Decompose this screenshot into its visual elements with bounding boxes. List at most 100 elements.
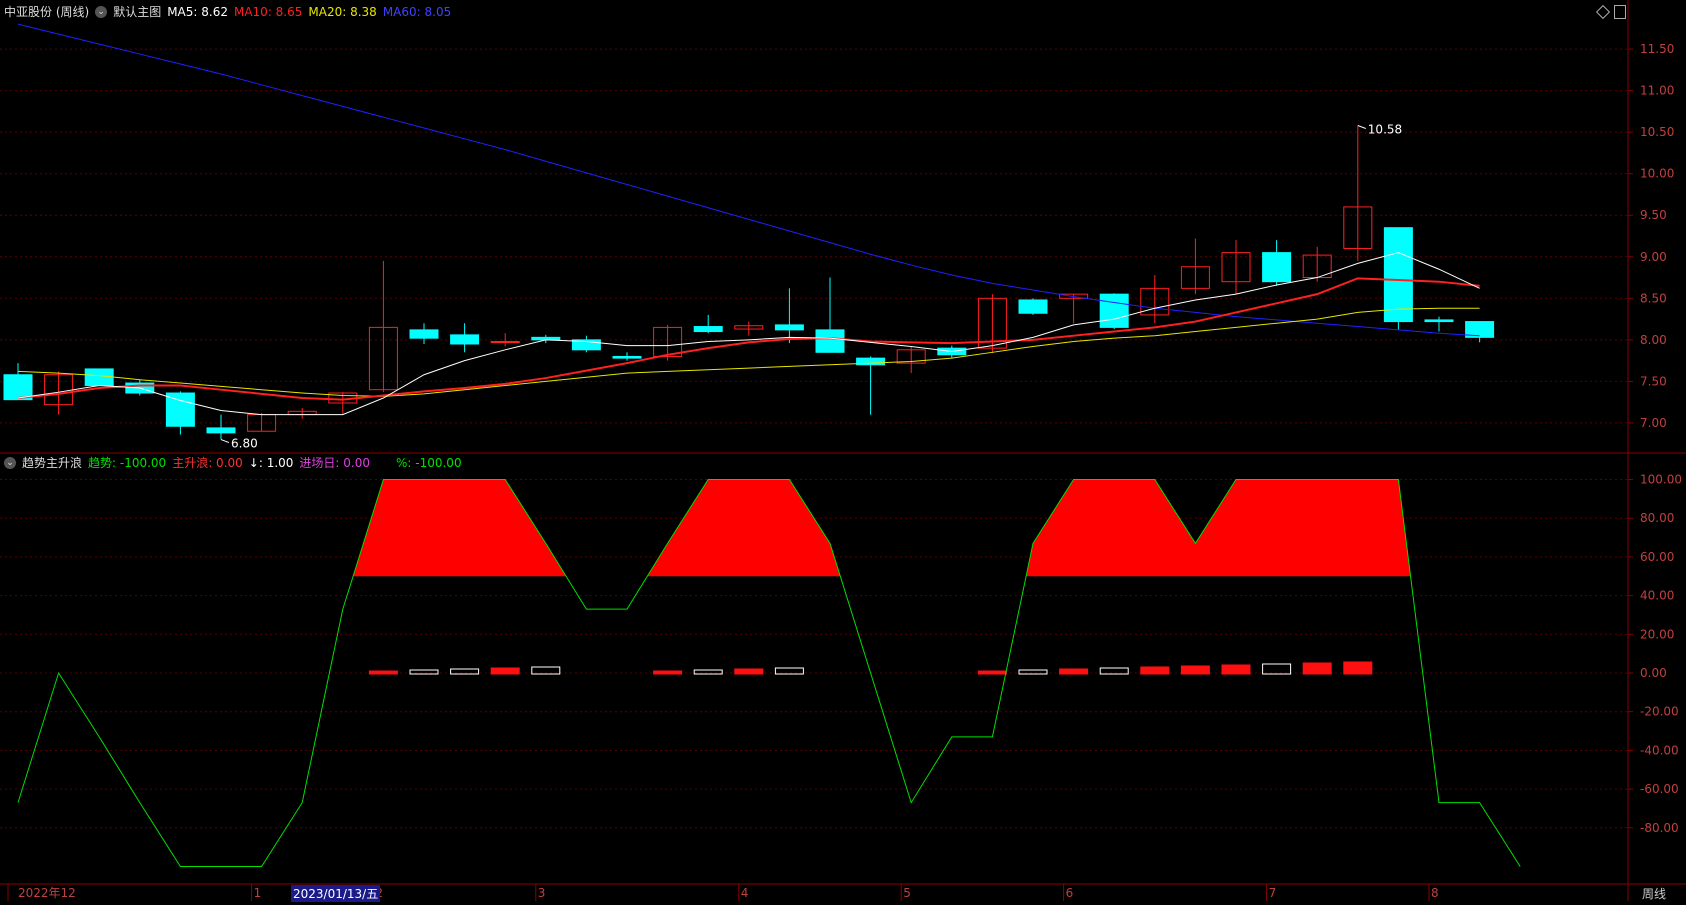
ma20-label: MA20: 8.38: [308, 5, 377, 19]
time-tick-label: 8: [1431, 886, 1439, 900]
price-tick-label: 8.50: [1640, 291, 1667, 305]
candle: [287, 407, 317, 419]
price-tick-label: 10.00: [1640, 167, 1674, 181]
candle-body: [815, 329, 845, 353]
candle: [571, 335, 601, 353]
candle-body: [1424, 319, 1454, 323]
trend-label: 趋势: -100.00: [88, 456, 167, 470]
main-wave-bar: [1302, 662, 1332, 675]
candle-body: [774, 324, 804, 331]
ma20-line: [17, 307, 1480, 397]
main-wave-bar: [368, 670, 398, 675]
price-tick-label: 11.50: [1640, 42, 1674, 56]
main-wave-bar: [1180, 665, 1210, 675]
candle: [1424, 316, 1454, 332]
time-tick-label: 5: [903, 886, 911, 900]
main-wave-fill: [647, 479, 841, 577]
entry-label: 进场日: 0.00: [299, 456, 370, 470]
ma10-label: MA10: 8.65: [233, 5, 303, 19]
down-label: ↓: 1.00: [248, 456, 294, 470]
main-wave-bar: [1343, 661, 1373, 675]
candle: [1140, 275, 1170, 324]
candle-body: [409, 329, 439, 339]
price-tick-label: 7.50: [1640, 374, 1667, 388]
main-wave-bar: [1099, 667, 1129, 675]
period-label[interactable]: 周线: [1642, 885, 1666, 902]
candle: [977, 294, 1007, 354]
price-tick-label: 10.50: [1640, 125, 1674, 139]
candle: [450, 323, 480, 353]
candle: [1343, 125, 1373, 261]
candle-body: [1099, 293, 1129, 328]
candle: [1099, 293, 1129, 330]
current-date-label: 2023/01/13/五: [291, 885, 381, 902]
indicator-tick-label: -20.00: [1640, 705, 1679, 719]
candle-body: [1018, 299, 1048, 314]
main-wave-bar: [977, 670, 1007, 675]
candle: [774, 288, 804, 344]
main-wave-bar: [774, 667, 804, 675]
main-wave-bar: [450, 668, 480, 675]
main-wave-bar: [734, 668, 764, 675]
candle: [1221, 240, 1251, 295]
candle-body: [206, 427, 236, 434]
candle: [247, 412, 277, 432]
main-wave-bar: [1059, 668, 1089, 675]
indicator-name[interactable]: 趋势主升浪: [22, 453, 82, 473]
price-tick-label: 9.50: [1640, 208, 1667, 222]
candle: [612, 352, 642, 361]
candle: [734, 321, 764, 336]
candle: [896, 346, 926, 374]
candle: [3, 363, 33, 401]
price-annotation: 6.80: [220, 437, 258, 451]
main-wave-bar: [490, 667, 520, 675]
chevron-down-icon[interactable]: ⌄: [4, 457, 16, 469]
candle: [1180, 238, 1210, 295]
chevron-down-icon[interactable]: ⌄: [95, 6, 108, 18]
time-tick-label: 1: [254, 886, 262, 900]
indicator-tick-label: 0.00: [1640, 666, 1667, 680]
candle-body: [3, 374, 33, 401]
template-label[interactable]: 默认主图: [113, 2, 161, 22]
main-wave-bar: [653, 670, 683, 675]
panel-toggle-icon[interactable]: [1614, 5, 1626, 19]
time-tick-label: 6: [1066, 886, 1074, 900]
candle: [409, 323, 439, 344]
candle-body: [450, 334, 480, 345]
annotation-pointer: [1357, 125, 1366, 129]
indicator-header: ⌄ 趋势主升浪 趋势: -100.00 主升浪: 0.00 ↓: 1.00 进场…: [4, 453, 462, 473]
main-wave-bar: [1140, 666, 1170, 675]
time-tick-label: 3: [538, 886, 546, 900]
main-wave-fill: [353, 479, 567, 577]
price-annotation: 10.58: [1357, 123, 1402, 137]
main-wave-bar: [1018, 669, 1048, 675]
candle-body: [84, 368, 114, 387]
chart-svg[interactable]: 11.5011.0010.5010.009.509.008.508.007.50…: [0, 0, 1686, 901]
time-tick-label: 2022年12: [18, 886, 76, 900]
price-tick-label: 11.00: [1640, 84, 1674, 98]
chart-stage[interactable]: 11.50 11.00 10.50 10.00 9.50 9.00 8.50 8.00 7.50…: [0, 0, 1686, 902]
candle: [815, 277, 845, 353]
candle-body: [612, 355, 642, 359]
candle: [368, 260, 398, 393]
annotation-pointer: [220, 439, 230, 444]
main-chart-header: 中亚股份 (周线) ⌄ 默认主图 MA5: 8.62 MA10: 8.65 MA…: [4, 2, 451, 22]
price-tick-label: 8.00: [1640, 333, 1667, 347]
indicator-tick-label: -80.00: [1640, 821, 1679, 835]
indicator-tick-label: -40.00: [1640, 743, 1679, 757]
indicator-tick-label: 100.00: [1640, 473, 1682, 487]
indicator-tick-label: -60.00: [1640, 782, 1679, 796]
time-tick-label: 7: [1269, 886, 1277, 900]
ma5-label: MA5: 8.62: [167, 5, 228, 19]
main-wave-bar: [1221, 664, 1251, 675]
main-wave-label: 主升浪: 0.00: [172, 456, 243, 470]
ma60-label: MA60: 8.05: [382, 5, 452, 19]
percent-label: %: -100.00: [396, 456, 462, 470]
indicator-tick-label: 20.00: [1640, 627, 1674, 641]
annotation-label: 10.58: [1368, 123, 1402, 137]
main-wave-fill: [1026, 479, 1411, 577]
indicator-tick-label: 40.00: [1640, 589, 1674, 603]
candle: [1465, 321, 1495, 343]
main-wave-bar: [693, 669, 723, 675]
indicator-tick-label: 60.00: [1640, 550, 1674, 564]
